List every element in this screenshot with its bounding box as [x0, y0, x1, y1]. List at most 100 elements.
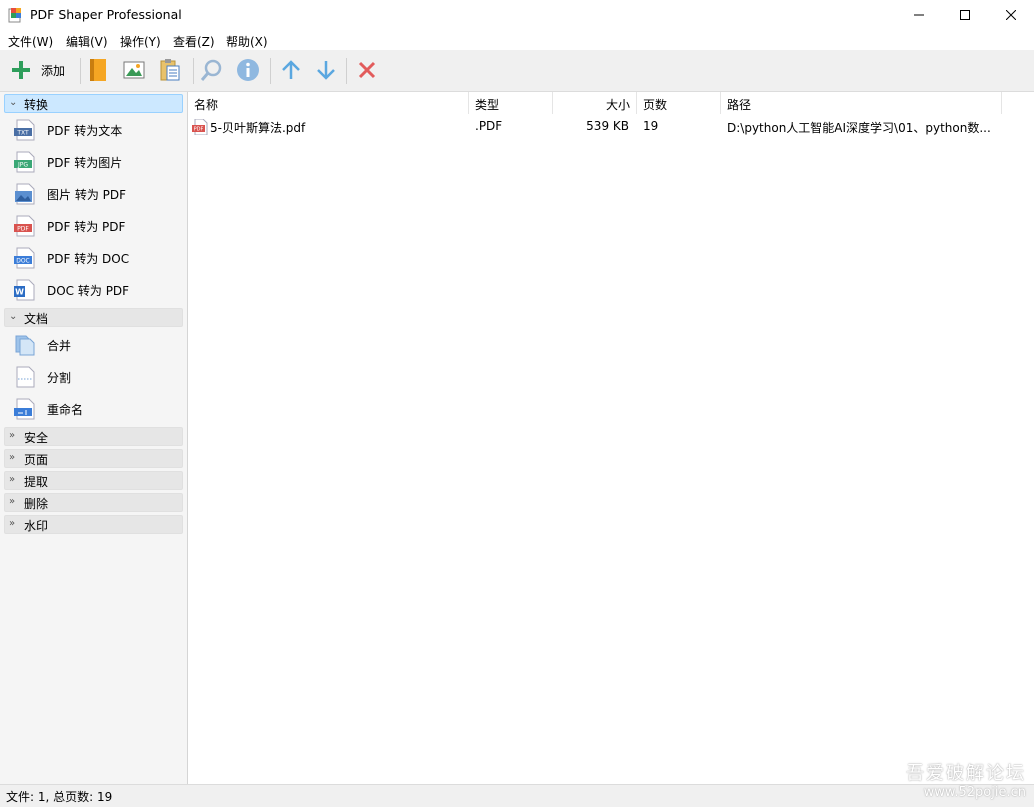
book-icon	[90, 59, 106, 81]
group-header-pages[interactable]: » 页面	[4, 449, 183, 468]
sidebar-item-pdf-to-pdf[interactable]: PDF PDF 转为 PDF	[4, 211, 183, 241]
column-header-path[interactable]: 路径	[721, 92, 1002, 114]
menu-edit[interactable]: 编辑(V)	[66, 33, 108, 50]
chevron-right-icon: »	[9, 518, 16, 529]
maximize-button[interactable]	[942, 0, 988, 30]
group-header-security[interactable]: » 安全	[4, 427, 183, 446]
group-label: 水印	[24, 519, 49, 533]
word-file-icon: W	[14, 279, 35, 301]
menu-help[interactable]: 帮助(X)	[226, 33, 268, 50]
group-label: 删除	[24, 497, 49, 511]
jpg-file-icon: JPG	[14, 151, 35, 173]
chevron-down-icon: ⌄	[9, 311, 18, 322]
group-header-convert[interactable]: ⌄ 转换	[4, 94, 183, 113]
sidebar-item-split[interactable]: 分割	[4, 362, 183, 392]
search-icon	[200, 59, 222, 81]
group-label: 安全	[24, 431, 49, 445]
sidebar-item-pdf-to-doc[interactable]: DOC PDF 转为 DOC	[4, 243, 183, 273]
clipboard-button[interactable]	[159, 56, 181, 84]
cell-pages: 19	[643, 119, 659, 133]
column-label: 页数	[643, 98, 668, 112]
sidebar-item-label: PDF 转为文本	[47, 124, 123, 138]
sidebar-item-merge[interactable]: 合并	[4, 330, 183, 360]
delete-icon	[358, 61, 376, 79]
svg-text:W: W	[15, 288, 24, 297]
chevron-down-icon: ⌄	[9, 97, 18, 108]
delete-button[interactable]	[357, 56, 377, 84]
watermark-line2: www.52pojie.cn	[923, 785, 1026, 800]
move-down-button[interactable]	[315, 56, 337, 84]
merge-icon	[15, 335, 35, 356]
table-row[interactable]: PDF 5-贝叶斯算法.pdf .PDF 539 KB 19 D:\python…	[188, 116, 1034, 136]
group-header-delete[interactable]: » 删除	[4, 493, 183, 512]
column-header-size[interactable]: 大小	[553, 92, 637, 114]
search-button[interactable]	[200, 56, 224, 84]
cell-path: D:\python人工智能AI深度学习\01、python数...	[727, 121, 991, 135]
sidebar-item-rename[interactable]: 重命名	[4, 394, 183, 424]
chevron-right-icon: »	[9, 430, 16, 441]
menu-view[interactable]: 查看(Z)	[173, 33, 215, 50]
svg-text:JPG: JPG	[17, 162, 28, 169]
sidebar-item-label: DOC 转为 PDF	[47, 284, 130, 298]
sidebar: ⌄ 转换 TXT PDF 转为文本 JPG PDF 转为图片 图片 转为 PDF…	[0, 92, 188, 784]
sidebar-item-label: PDF 转为图片	[47, 156, 123, 170]
status-bar: 文件: 1, 总页数: 19	[0, 784, 1034, 807]
arrow-down-icon	[317, 61, 335, 80]
toolbar-divider	[193, 58, 194, 84]
sidebar-item-label: PDF 转为 PDF	[47, 220, 126, 234]
add-icon	[12, 61, 30, 79]
pdf-file-icon: PDF	[192, 119, 208, 135]
title-bar: PDF Shaper Professional	[0, 0, 1034, 30]
group-header-extract[interactable]: » 提取	[4, 471, 183, 490]
svg-text:DOC: DOC	[16, 258, 30, 265]
menu-file[interactable]: 文件(W)	[8, 33, 53, 50]
group-label: 转换	[24, 98, 49, 112]
column-header-type[interactable]: 类型	[469, 92, 553, 114]
chevron-right-icon: »	[9, 452, 16, 463]
image-button[interactable]	[123, 56, 145, 84]
rename-icon	[14, 398, 35, 420]
sidebar-item-image-to-pdf[interactable]: 图片 转为 PDF	[4, 179, 183, 209]
toolbar-divider	[270, 58, 271, 84]
sidebar-item-label: 图片 转为 PDF	[47, 188, 127, 202]
info-icon	[237, 59, 259, 81]
txt-file-icon: TXT	[14, 119, 35, 141]
group-label: 页面	[24, 453, 49, 467]
sidebar-item-label: 分割	[47, 371, 72, 385]
cell-type: .PDF	[475, 119, 503, 133]
column-label: 路径	[727, 98, 752, 112]
toolbar-divider	[346, 58, 347, 84]
cell-name: 5-贝叶斯算法.pdf	[210, 121, 306, 135]
image-file-icon	[15, 183, 35, 205]
svg-text:TXT: TXT	[16, 130, 29, 137]
sidebar-item-pdf-to-text[interactable]: TXT PDF 转为文本	[4, 115, 183, 145]
group-header-document[interactable]: ⌄ 文档	[4, 308, 183, 327]
sidebar-item-label: 重命名	[47, 403, 84, 417]
menu-bar: 文件(W) 编辑(V) 操作(Y) 查看(Z) 帮助(X)	[0, 30, 1034, 50]
minimize-icon	[914, 14, 924, 16]
column-header-pages[interactable]: 页数	[637, 92, 721, 114]
split-icon	[16, 366, 35, 388]
svg-text:PDF: PDF	[17, 226, 29, 233]
file-list: 名称 类型 大小 页数 路径 PDF 5-贝叶斯算法.pdf .PDF 539 …	[188, 92, 1034, 784]
pdf-file-icon: PDF	[14, 215, 35, 237]
sidebar-item-doc-to-pdf[interactable]: W DOC 转为 PDF	[4, 275, 183, 305]
sidebar-item-pdf-to-image[interactable]: JPG PDF 转为图片	[4, 147, 183, 177]
watermark: 吾爱破解论坛 www.52pojie.cn	[906, 759, 1026, 800]
cell-size: 539 KB	[586, 119, 629, 133]
group-label: 提取	[24, 475, 49, 489]
sidebar-item-label: 合并	[47, 339, 72, 353]
info-button[interactable]	[236, 56, 260, 84]
group-label: 文档	[24, 312, 49, 326]
group-header-watermark[interactable]: » 水印	[4, 515, 183, 534]
chevron-right-icon: »	[9, 496, 16, 507]
menu-action[interactable]: 操作(Y)	[120, 33, 161, 50]
watermark-line1: 吾爱破解论坛	[906, 763, 1026, 784]
minimize-button[interactable]	[896, 0, 942, 30]
column-header-name[interactable]: 名称	[188, 92, 469, 114]
toolbar: 添加	[0, 50, 1034, 92]
open-book-button[interactable]	[88, 56, 110, 84]
move-up-button[interactable]	[280, 56, 302, 84]
close-button[interactable]	[988, 0, 1034, 30]
add-button[interactable]: 添加	[10, 56, 65, 84]
